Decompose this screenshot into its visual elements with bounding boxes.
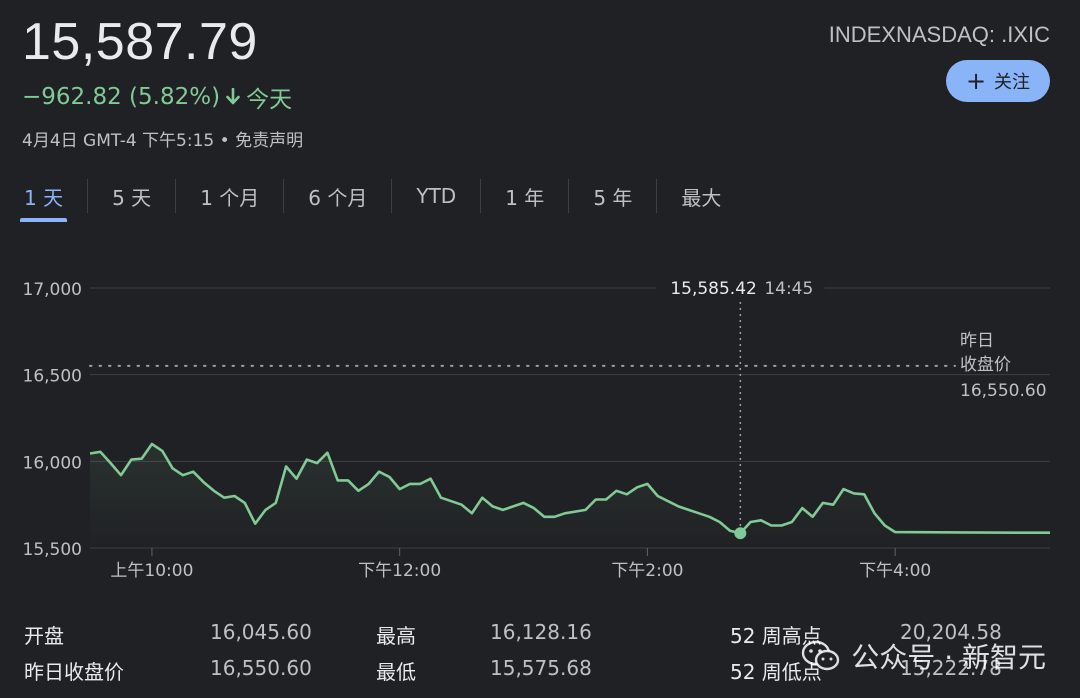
tab-range-1[interactable]: 5 天 [88, 176, 175, 216]
watermark: 公众号 · 新智元 [801, 636, 1046, 676]
plus-icon: + [965, 67, 987, 95]
separator-dot: • [219, 131, 236, 151]
tooltip-value: 15,585.42 [670, 279, 757, 299]
y-tick-label: 16,000 [23, 453, 82, 473]
ticker-symbol: INDEXNASDAQ: .IXIC [828, 22, 1050, 47]
arrow-down-icon [226, 88, 240, 105]
prev-close-value: 16,550.60 [210, 656, 312, 680]
change-period: 今天 [246, 87, 293, 113]
x-tick-label: 下午4:00 [859, 561, 931, 581]
prev-close-label: 昨日收盘价 [24, 660, 124, 684]
x-tick-label: 下午2:00 [611, 561, 683, 581]
x-tick-label: 上午10:00 [110, 561, 193, 581]
low-label: 最低 [376, 660, 416, 684]
high-value: 16,128.16 [490, 620, 592, 644]
tab-range-6[interactable]: 5 年 [569, 176, 656, 216]
tab-range-3[interactable]: 6 个月 [284, 176, 391, 216]
tab-range-4[interactable]: YTD [392, 176, 480, 216]
previous-close-value: 16,550.60 [960, 381, 1047, 401]
y-tick-label: 15,500 [23, 540, 82, 560]
price-change-row: −962.82 (5.82%) 今天 [22, 80, 292, 114]
tab-range-7[interactable]: 最大 [657, 176, 745, 216]
tooltip-time: 14:45 [764, 279, 813, 299]
high-label: 最高 [376, 624, 416, 648]
disclaimer-link[interactable]: 免责声明 [235, 131, 303, 151]
tab-range-2[interactable]: 1 个月 [176, 176, 283, 216]
follow-button[interactable]: + 关注 [946, 60, 1050, 102]
tab-range-0[interactable]: 1 天 [0, 176, 87, 222]
y-tick-label: 16,500 [23, 367, 82, 387]
wechat-icon [802, 640, 840, 671]
current-price: 15,587.79 [22, 13, 258, 71]
previous-close-label-2: 收盘价 [960, 355, 1011, 375]
previous-close-label-1: 昨日 [960, 331, 994, 351]
low-value: 15,575.68 [490, 656, 592, 680]
watermark-text: 公众号 · 新智元 [851, 641, 1046, 674]
follow-label: 关注 [994, 72, 1031, 93]
hover-point [734, 527, 747, 540]
open-label: 开盘 [24, 624, 64, 648]
y-tick-label: 17,000 [23, 280, 82, 300]
x-tick-label: 下午12:00 [358, 561, 441, 581]
price-chart: 15,500 16,000 16,500 17,000 上午10:00 下午12:00 下午… [23, 272, 1050, 581]
time-range-tabs: 1 天5 天1 个月 6 个月 YTD 1 年5 年最大 [0, 176, 745, 222]
tab-range-5[interactable]: 1 年 [481, 176, 568, 216]
timestamp-row: 4月4日 GMT-4 下午5:15 • 免责声明 [22, 126, 303, 151]
price-change: −962.82 (5.82%) [22, 84, 221, 110]
timestamp: 4月4日 GMT-4 下午5:15 [22, 131, 215, 151]
open-value: 16,045.60 [210, 620, 312, 644]
